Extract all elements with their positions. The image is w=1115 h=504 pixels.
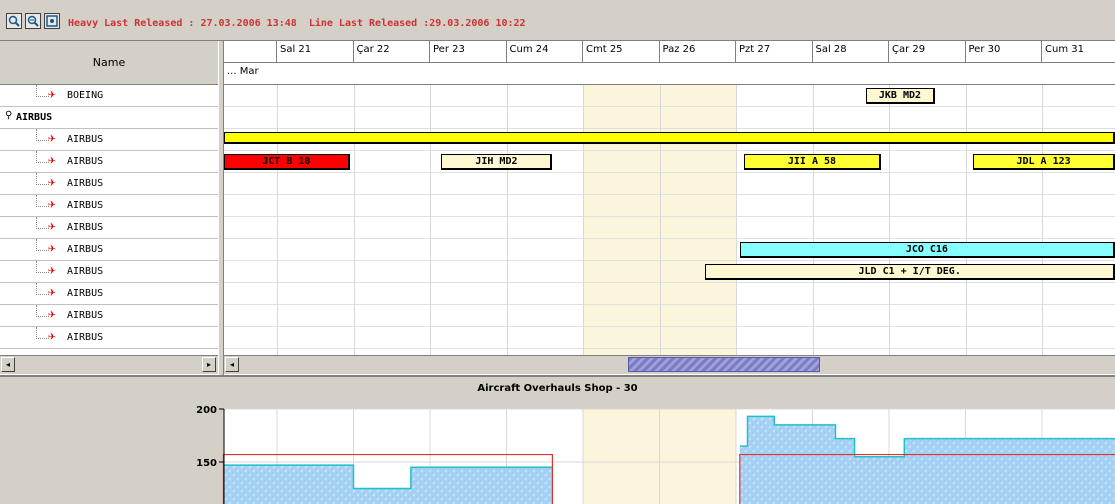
tree-group-label: AIRBUS xyxy=(16,112,53,123)
task-bar[interactable]: JCT B 10 xyxy=(224,154,350,170)
tree-item-label: AIRBUS xyxy=(67,200,104,211)
day-gridline xyxy=(506,85,508,369)
tree-row[interactable]: ✈ AIRBUS xyxy=(0,239,218,261)
airplane-icon: ✈ xyxy=(48,285,56,300)
tree-row[interactable]: ✈ AIRBUS xyxy=(0,151,218,173)
scroll-thumb[interactable] xyxy=(628,357,820,372)
day-header xyxy=(224,41,277,63)
scroll-left-icon[interactable]: ◂ xyxy=(1,357,15,372)
tree-item-label: AIRBUS xyxy=(67,288,104,299)
airplane-icon: ✈ xyxy=(48,263,56,278)
gantt-row[interactable] xyxy=(224,305,1115,327)
gantt-row[interactable] xyxy=(224,217,1115,239)
task-bar[interactable]: JKB MD2 xyxy=(866,88,935,104)
airplane-icon: ✈ xyxy=(48,219,56,234)
day-header: Sal 28 xyxy=(812,41,889,63)
task-bar[interactable]: JII A 58 xyxy=(743,154,882,170)
tree-row[interactable]: ✈ AIRBUS xyxy=(0,283,218,305)
airplane-icon: ✈ xyxy=(48,241,56,256)
tree-item-label: AIRBUS xyxy=(67,332,104,343)
gantt-row[interactable] xyxy=(224,107,1115,129)
airplane-icon: ✈ xyxy=(48,197,56,212)
load-chart: 200150100 xyxy=(196,405,1115,504)
day-header: Cum 31 xyxy=(1042,41,1115,63)
airplane-icon: ✈ xyxy=(48,307,56,322)
day-gridline xyxy=(277,85,278,369)
tree-row[interactable]: ✈ AIRBUS xyxy=(0,129,218,151)
day-gridline xyxy=(583,85,584,369)
day-gridline xyxy=(659,85,661,369)
airplane-icon: ✈ xyxy=(48,329,56,344)
tree-item-label: AIRBUS xyxy=(67,222,104,233)
day-gridline xyxy=(965,85,967,369)
airplane-icon: ✈ xyxy=(48,153,56,168)
day-header: Cmt 25 xyxy=(583,41,660,63)
task-bar[interactable] xyxy=(224,132,1115,144)
day-header: Per 30 xyxy=(965,41,1042,63)
release-status: Heavy Last Released : 27.03.2006 13:48 L… xyxy=(68,18,526,29)
task-bar[interactable]: JDL A 123 xyxy=(973,154,1115,170)
tree-row[interactable]: ⚲ AIRBUS xyxy=(0,107,218,129)
task-bar[interactable]: JLD C1 + I/T DEG. xyxy=(705,264,1115,280)
tree-row[interactable]: ✈ BOEING xyxy=(0,85,218,107)
zoom-out-icon[interactable] xyxy=(25,13,41,29)
gantt-row[interactable] xyxy=(224,85,1115,107)
gantt-hscrollbar[interactable]: ◂ xyxy=(224,355,1115,374)
day-header: Paz 26 xyxy=(659,41,736,63)
tree-row[interactable]: ✈ AIRBUS xyxy=(0,173,218,195)
tree-item-label: AIRBUS xyxy=(67,156,104,167)
day-header: Sal 21 xyxy=(277,41,354,63)
tree-row[interactable]: ✈ AIRBUS xyxy=(0,261,218,283)
day-gridline xyxy=(889,85,890,369)
gantt-row[interactable] xyxy=(224,327,1115,349)
day-gridline xyxy=(812,85,814,369)
tree-item-label: AIRBUS xyxy=(67,244,104,255)
day-header: Çar 29 xyxy=(889,41,966,63)
airplane-icon: ✈ xyxy=(48,175,56,190)
tree-item-label: AIRBUS xyxy=(67,266,104,277)
zoom-in-icon[interactable] xyxy=(6,13,22,29)
pin-icon[interactable]: ⚲ xyxy=(5,110,12,121)
name-column-header[interactable]: Name xyxy=(0,41,218,85)
tree-item-label: AIRBUS xyxy=(67,134,104,145)
task-bar[interactable]: JCO C16 xyxy=(739,242,1115,258)
toolbar: Heavy Last Released : 27.03.2006 13:48 L… xyxy=(0,0,1115,41)
aircraft-tree: Name ✈ BOEING ⚲ AIRBUS ✈ AIRBUS ✈ AIRBUS ✈ AIRBUS… xyxy=(0,41,219,375)
task-bar[interactable]: JIH MD2 xyxy=(441,154,553,170)
weekend-shade xyxy=(583,409,660,504)
tree-row[interactable]: ✈ AIRBUS xyxy=(0,305,218,327)
day-gridline xyxy=(430,85,431,369)
tree-row[interactable]: ✈ AIRBUS xyxy=(0,217,218,239)
day-header: Per 23 xyxy=(430,41,507,63)
scroll-right-icon[interactable]: ▸ xyxy=(202,357,216,372)
airplane-icon: ✈ xyxy=(48,87,56,102)
y-tick-label: 200 xyxy=(196,405,217,416)
load-chart-panel: Aircraft Overhauls Shop - 30 200150100 xyxy=(0,375,1115,504)
gantt-chart: Sal 21 Çar 22 Per 23 Cum 24 Cmt 25 Paz 26 Pzt … xyxy=(224,41,1115,375)
month-label: ... Mar xyxy=(224,63,1115,85)
day-header: Cum 24 xyxy=(506,41,583,63)
tree-hscrollbar[interactable]: ◂ ▸ xyxy=(0,355,218,374)
tree-item-label: AIRBUS xyxy=(67,178,104,189)
tree-item-label: BOEING xyxy=(67,90,104,101)
day-gridline xyxy=(736,85,737,369)
tree-row[interactable]: ✈ AIRBUS xyxy=(0,195,218,217)
day-gridline xyxy=(353,85,355,369)
y-tick-label: 150 xyxy=(196,458,217,469)
tree-item-label: AIRBUS xyxy=(67,310,104,321)
gantt-row[interactable] xyxy=(224,173,1115,195)
gantt-row[interactable] xyxy=(224,283,1115,305)
day-header: Pzt 27 xyxy=(736,41,813,63)
fit-icon[interactable] xyxy=(44,13,60,29)
day-gridline xyxy=(1042,85,1043,369)
day-header: Çar 22 xyxy=(353,41,430,63)
weekend-shade xyxy=(659,409,736,504)
gantt-row[interactable] xyxy=(224,195,1115,217)
scroll-left-icon[interactable]: ◂ xyxy=(225,357,239,372)
tree-row[interactable]: ✈ AIRBUS xyxy=(0,327,218,349)
airplane-icon: ✈ xyxy=(48,131,56,146)
